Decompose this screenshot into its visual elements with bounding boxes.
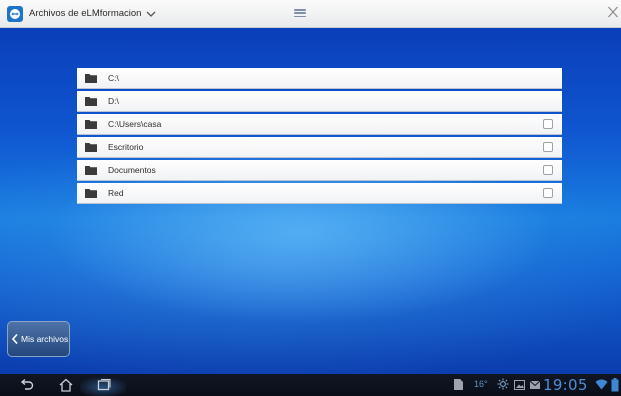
file-name: Red [108, 188, 124, 198]
document-icon[interactable] [454, 379, 463, 390]
list-item-c-drive[interactable]: C:\ [77, 68, 562, 89]
file-list: C:\ D:\ C:\Users\casa Escritorio Documen… [77, 68, 562, 206]
chevron-down-icon[interactable] [146, 10, 156, 18]
drag-handle-icon[interactable] [294, 9, 306, 17]
file-name: Escritorio [108, 142, 144, 152]
folder-icon [85, 189, 97, 198]
weather-sun-icon[interactable] [497, 378, 509, 390]
file-name: C:\Users\casa [108, 119, 162, 129]
clock-text[interactable]: 19:05 [543, 376, 588, 394]
list-item-d-drive[interactable]: D:\ [77, 91, 562, 112]
chevron-left-icon [12, 334, 18, 344]
select-checkbox[interactable] [543, 142, 553, 152]
wifi-icon[interactable] [595, 379, 608, 390]
close-icon[interactable] [607, 5, 619, 19]
file-name: D:\ [108, 96, 119, 106]
teamviewer-icon [7, 5, 23, 22]
remote-desktop-area: C:\ D:\ C:\Users\casa Escritorio Documen… [0, 28, 621, 374]
file-name: Documentos [108, 165, 156, 175]
list-item-documentos[interactable]: Documentos [77, 160, 562, 181]
list-item-escritorio[interactable]: Escritorio [77, 137, 562, 158]
window-titlebar: Archivos de eLMformacion [0, 0, 621, 28]
list-item-red[interactable]: Red [77, 183, 562, 204]
temperature-text: 16° [474, 379, 488, 389]
folder-icon [85, 97, 97, 106]
recent-apps-icon[interactable] [96, 377, 112, 393]
mis-archivos-label: Mis archivos [21, 334, 69, 344]
home-icon[interactable] [58, 377, 74, 393]
system-navigation-bar: 16° 19:05 [0, 374, 621, 396]
folder-icon [85, 166, 97, 175]
back-icon[interactable] [19, 377, 35, 393]
file-name: C:\ [108, 73, 119, 83]
folder-icon [85, 143, 97, 152]
gallery-icon[interactable] [514, 380, 525, 390]
mis-archivos-button[interactable]: Mis archivos [7, 321, 70, 357]
select-checkbox[interactable] [543, 165, 553, 175]
select-checkbox[interactable] [543, 119, 553, 129]
folder-icon [85, 74, 97, 83]
window-title[interactable]: Archivos de eLMformacion [29, 8, 141, 19]
folder-icon [85, 120, 97, 129]
android-screen: Archivos de eLMformacion C:\ D:\ C:\User… [0, 0, 621, 396]
battery-icon[interactable] [611, 378, 619, 392]
select-checkbox[interactable] [543, 188, 553, 198]
list-item-users-casa[interactable]: C:\Users\casa [77, 114, 562, 135]
email-icon[interactable] [530, 381, 540, 389]
